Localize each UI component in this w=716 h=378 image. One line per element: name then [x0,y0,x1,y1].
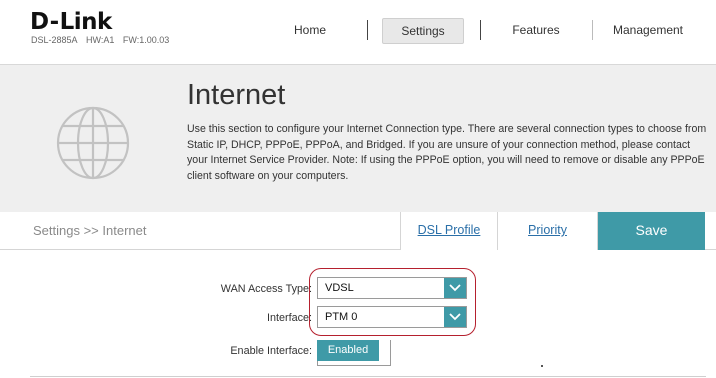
brand-letter: D [30,9,49,35]
dsl-profile-link[interactable]: DSL Profile [400,212,498,250]
nav-divider [480,20,481,40]
brand-dash: - [49,9,60,35]
enable-interface-label: Enable Interface: [230,345,312,357]
wan-access-type-row: WAN Access Type: VDSL [0,277,716,303]
chevron-down-icon[interactable] [444,307,466,327]
enable-interface-row: Enable Interface: Enabled [0,340,716,366]
nav-divider [367,20,368,40]
stray-dot [541,365,543,367]
globe-icon [55,105,131,186]
enable-interface-toggle[interactable]: Enabled [317,340,391,366]
page-description: Use this section to configure your Inter… [187,123,707,182]
nav-settings[interactable]: Settings [382,18,464,44]
page-title: Internet [187,79,286,111]
model-number: DSL-2885A [31,35,78,45]
interface-label: Interface: [266,312,312,324]
brand-logo: D-Link [30,10,112,34]
divider [30,376,706,377]
sub-toolbar: Settings >> Internet DSL Profile Priorit… [0,212,716,250]
wan-access-type-value: VDSL [325,282,354,294]
save-button[interactable]: Save [598,212,705,250]
priority-link[interactable]: Priority [498,212,598,250]
device-info: DSL-2885A HW:A1 FW:1.00.03 [31,35,175,45]
page-banner: Internet Use this section to configure y… [0,64,716,212]
interface-select[interactable]: PTM 0 [317,306,467,328]
interface-value: PTM 0 [325,311,358,323]
brand-word: Link [59,9,113,35]
interface-row: Interface: PTM 0 [0,306,716,332]
wan-access-type-label: WAN Access Type: [220,283,312,295]
firmware-version: FW:1.00.03 [122,35,170,45]
nav-home[interactable]: Home [270,18,350,44]
toggle-enabled-state: Enabled [317,340,379,361]
breadcrumb: Settings >> Internet [33,223,147,238]
nav-features[interactable]: Features [490,18,582,44]
hardware-version: HW:A1 [86,35,115,45]
nav-divider [592,20,593,40]
nav-management[interactable]: Management [600,18,696,44]
wan-access-type-select[interactable]: VDSL [317,277,467,299]
top-header: D-Link DSL-2885A HW:A1 FW:1.00.03 Home S… [0,0,716,62]
chevron-down-icon[interactable] [444,278,466,298]
